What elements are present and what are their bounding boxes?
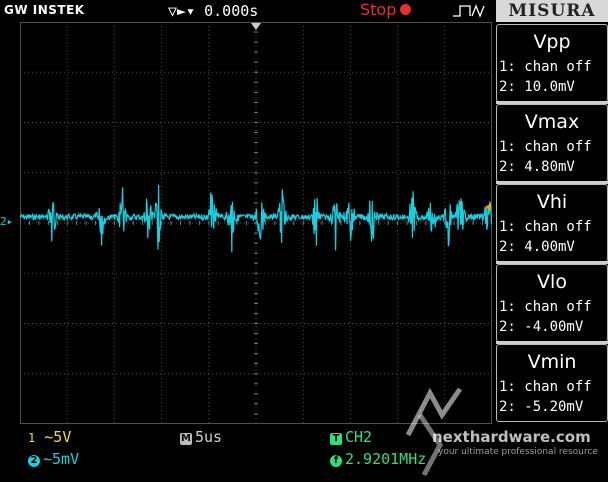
trigger-position-marker	[251, 23, 261, 30]
measurement-separator	[496, 101, 608, 104]
measure-menu-title[interactable]: MISURA	[496, 0, 608, 22]
ch1-scale[interactable]: 1 ~5V	[28, 428, 71, 446]
frequency-icon: f	[330, 455, 342, 467]
measurement-name: Vhi	[536, 191, 568, 213]
top-status-bar: GW INSTEK ▽►▾ 0.000s Stop MISURA	[0, 0, 608, 22]
rising-edge-trigger-icon	[453, 4, 485, 18]
measurement-ch2-value: 2: 4.80mV	[499, 159, 575, 175]
measurement-ch1-value: 1: chan off	[499, 139, 592, 155]
ch2-icon: 2	[28, 455, 40, 467]
trigger-delay-readout: ▽►▾ 0.000s	[168, 2, 258, 20]
measurement-ch2-value: 2: 10.0mV	[499, 79, 575, 95]
measurement-ch2-value: 2: 4.00mV	[499, 239, 575, 255]
measurement-ch1-value: 1: chan off	[499, 219, 592, 235]
stop-indicator-icon	[400, 4, 412, 15]
measurement-separator	[496, 261, 608, 264]
watermark-subtitle: your ultimate professional resource	[438, 447, 598, 457]
measurement-name: Vlo	[537, 271, 567, 293]
trigger-source[interactable]: T CH2	[330, 428, 372, 446]
ch1-icon: 1	[28, 431, 36, 445]
timebase-value: 5us	[195, 428, 223, 446]
trigger-icon: T	[330, 433, 342, 445]
trigger-position-icon: ▽►▾	[168, 2, 196, 20]
ch2-scale[interactable]: 2 ~5mV	[28, 450, 79, 468]
measurement-ch1-value: 1: chan off	[499, 299, 592, 315]
measurement-separator	[496, 181, 608, 184]
timebase-icon: M	[180, 433, 192, 445]
run-status-label: Stop	[360, 0, 397, 19]
waveform-display	[20, 22, 492, 424]
measurement-name: Vmax	[524, 111, 580, 133]
watermark-title: nexthardware.com	[432, 428, 591, 446]
trigger-level-marker	[485, 203, 491, 211]
measurement-separator	[496, 341, 608, 344]
ch2-scale-value: ~5mV	[43, 450, 80, 468]
trigger-source-value: CH2	[345, 428, 373, 446]
measurement-ch1-value: 1: chan off	[499, 59, 592, 75]
ch1-scale-value: ~5V	[44, 428, 72, 446]
measurement-name: Vpp	[533, 31, 571, 53]
brand-logo: GW INSTEK	[4, 3, 85, 17]
ch2-ground-marker: 2▸	[0, 215, 14, 228]
timebase[interactable]: M 5us	[180, 428, 222, 446]
run-status: Stop	[360, 0, 412, 19]
measurement-name: Vmin	[527, 351, 577, 373]
trigger-delay-value: 0.000s	[204, 2, 259, 20]
ch2-marker-label: 2	[0, 215, 7, 228]
measurement-ch2-value: 2: -4.00mV	[499, 319, 584, 335]
